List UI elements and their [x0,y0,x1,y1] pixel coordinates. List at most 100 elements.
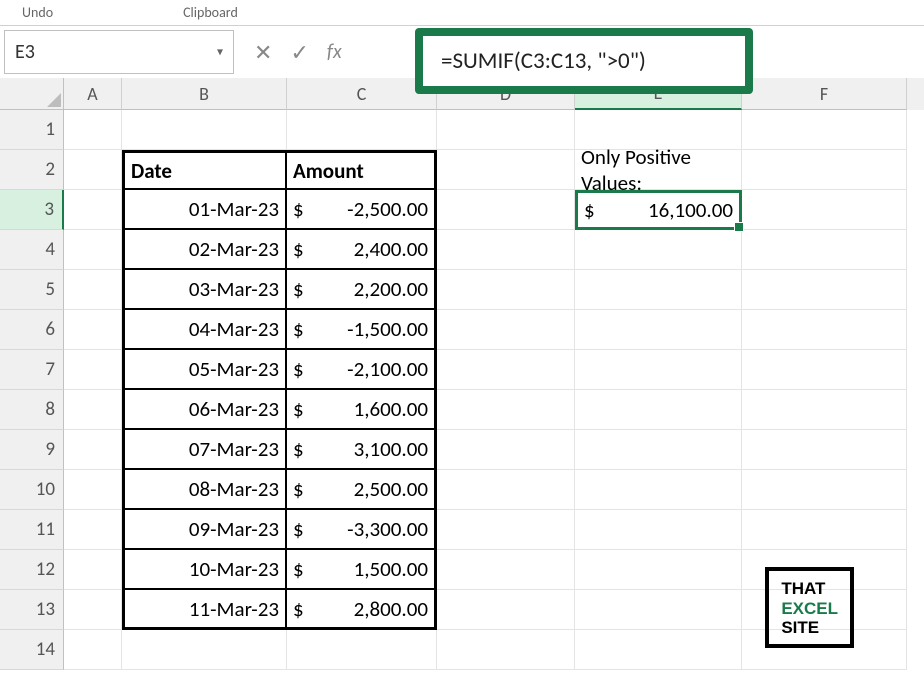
cell-E12[interactable] [575,550,742,590]
cell-D5[interactable] [437,270,575,310]
fx-icon[interactable]: fx [327,40,342,64]
cell-B11[interactable]: 09-Mar-23 [122,510,287,550]
row-header-1[interactable]: 1 [0,110,64,150]
cell-B5[interactable]: 03-Mar-23 [122,270,287,310]
cell-F6[interactable] [742,310,907,350]
row-header-11[interactable]: 11 [0,510,64,550]
row-header-12[interactable]: 12 [0,550,64,590]
cancel-icon[interactable]: ✕ [254,39,272,66]
cell-A6[interactable] [64,310,122,350]
cell-A10[interactable] [64,470,122,510]
row-header-6[interactable]: 6 [0,310,64,350]
cell-E10[interactable] [575,470,742,510]
cell-C3[interactable]: $-2,500.00 [287,190,437,230]
cell-C1[interactable] [287,110,437,150]
cell-A2[interactable] [64,150,122,190]
cell-C7[interactable]: $-2,100.00 [287,350,437,390]
cell-F5[interactable] [742,270,907,310]
cell-C12[interactable]: $1,500.00 [287,550,437,590]
cell-C8[interactable]: $1,600.00 [287,390,437,430]
cell-D2[interactable] [437,150,575,190]
cell-D10[interactable] [437,470,575,510]
cell-A9[interactable] [64,430,122,470]
cell-B8[interactable]: 06-Mar-23 [122,390,287,430]
cell-D14[interactable] [437,630,575,670]
cell-A5[interactable] [64,270,122,310]
cell-A7[interactable] [64,350,122,390]
cell-B14[interactable] [122,630,287,670]
cell-E11[interactable] [575,510,742,550]
cell-F10[interactable] [742,470,907,510]
cell-E3[interactable]: $16,100.00 [575,190,742,230]
cell-B2[interactable]: Date [122,150,287,190]
cell-E14[interactable] [575,630,742,670]
row-header-4[interactable]: 4 [0,230,64,270]
cell-D12[interactable] [437,550,575,590]
spreadsheet-grid[interactable]: ABCDEF 12DateAmountOnly Positive Values:… [0,78,924,670]
cell-D9[interactable] [437,430,575,470]
cell-A11[interactable] [64,510,122,550]
row-header-9[interactable]: 9 [0,430,64,470]
cell-F4[interactable] [742,230,907,270]
cell-B6[interactable]: 04-Mar-23 [122,310,287,350]
cell-D6[interactable] [437,310,575,350]
chevron-down-icon[interactable]: ▾ [217,45,223,60]
cell-A14[interactable] [64,630,122,670]
column-header-B[interactable]: B [122,78,287,110]
cell-B13[interactable]: 11-Mar-23 [122,590,287,630]
name-box[interactable]: E3 ▾ [4,30,234,74]
cell-B12[interactable]: 10-Mar-23 [122,550,287,590]
cell-B9[interactable]: 07-Mar-23 [122,430,287,470]
row-header-5[interactable]: 5 [0,270,64,310]
cell-D3[interactable] [437,190,575,230]
cell-B7[interactable]: 05-Mar-23 [122,350,287,390]
formula-input[interactable]: =SUMIF(C3:C13, ">0") [415,28,753,94]
cell-D7[interactable] [437,350,575,390]
cell-A13[interactable] [64,590,122,630]
cell-F9[interactable] [742,430,907,470]
row-header-13[interactable]: 13 [0,590,64,630]
cell-E13[interactable] [575,590,742,630]
cell-E4[interactable] [575,230,742,270]
cell-A4[interactable] [64,230,122,270]
cell-C4[interactable]: $2,400.00 [287,230,437,270]
cell-C9[interactable]: $3,100.00 [287,430,437,470]
cell-D8[interactable] [437,390,575,430]
cell-F7[interactable] [742,350,907,390]
cell-E7[interactable] [575,350,742,390]
cell-C13[interactable]: $2,800.00 [287,590,437,630]
cell-C5[interactable]: $2,200.00 [287,270,437,310]
enter-icon[interactable]: ✓ [290,39,308,66]
row-header-10[interactable]: 10 [0,470,64,510]
cell-A8[interactable] [64,390,122,430]
cell-F1[interactable] [742,110,907,150]
row-header-7[interactable]: 7 [0,350,64,390]
cell-C10[interactable]: $2,500.00 [287,470,437,510]
cell-D4[interactable] [437,230,575,270]
row-header-3[interactable]: 3 [0,190,64,230]
cell-D1[interactable] [437,110,575,150]
row-header-2[interactable]: 2 [0,150,64,190]
cell-C2[interactable]: Amount [287,150,437,190]
cell-A12[interactable] [64,550,122,590]
cell-F3[interactable] [742,190,907,230]
cell-A3[interactable] [64,190,122,230]
cell-F2[interactable] [742,150,907,190]
cell-E2[interactable]: Only Positive Values: [575,150,742,190]
select-all-corner[interactable] [0,78,64,110]
cell-E6[interactable] [575,310,742,350]
cell-B10[interactable]: 08-Mar-23 [122,470,287,510]
cell-D11[interactable] [437,510,575,550]
column-header-F[interactable]: F [742,78,907,110]
cell-C14[interactable] [287,630,437,670]
cell-E8[interactable] [575,390,742,430]
row-header-14[interactable]: 14 [0,630,64,670]
cell-E5[interactable] [575,270,742,310]
column-header-A[interactable]: A [64,78,122,110]
cell-F11[interactable] [742,510,907,550]
cell-B3[interactable]: 01-Mar-23 [122,190,287,230]
cell-A1[interactable] [64,110,122,150]
cell-F8[interactable] [742,390,907,430]
cell-B1[interactable] [122,110,287,150]
cell-C6[interactable]: $-1,500.00 [287,310,437,350]
